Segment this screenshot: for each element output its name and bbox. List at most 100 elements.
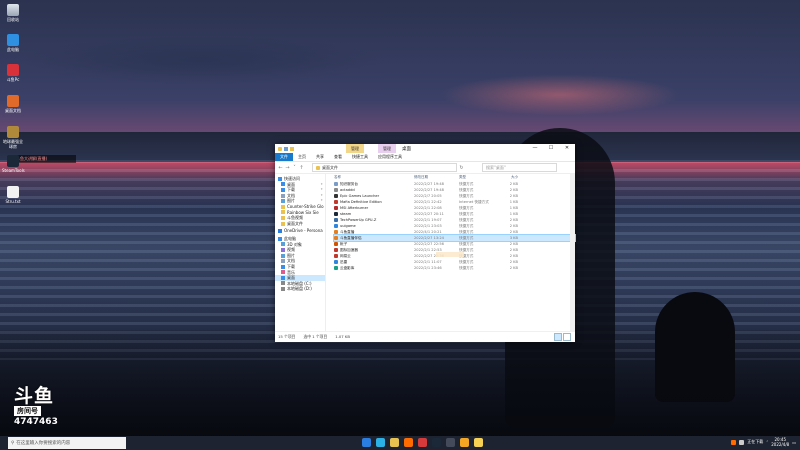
text-file-icon	[7, 186, 19, 198]
hover-tooltip	[436, 252, 464, 257]
folder-icon	[278, 146, 282, 151]
folder-icon	[281, 221, 285, 226]
yellow-app-icon[interactable]	[474, 438, 483, 447]
column-header-type[interactable]: 类型	[459, 174, 493, 181]
shortcut-icon	[334, 224, 338, 228]
folder-icon	[281, 215, 285, 220]
windows-icon[interactable]	[362, 438, 371, 447]
search-icon: ⚲	[11, 440, 15, 446]
desktop-icon-label: 回收站	[7, 17, 19, 22]
tray-status-text: 正在下载	[747, 439, 764, 444]
clock-date: 2022/4/8	[771, 442, 790, 447]
clock[interactable]: 20:45 2022/4/8	[771, 437, 789, 447]
ribbon-tab-home[interactable]: 主页	[293, 153, 311, 161]
wallpaper-grass	[0, 330, 800, 438]
taskbar-search[interactable]: ⚲ 在这里输入你要搜索的内容	[8, 437, 126, 449]
vertical-scrollbar[interactable]	[570, 174, 575, 331]
column-header-name[interactable]: 名称	[334, 174, 414, 181]
taskbar-search-placeholder: 在这里输入你要搜索的内容	[16, 441, 71, 446]
file-type: 快捷方式	[459, 266, 474, 270]
ribbon-tab-shortcut-tools[interactable]: 快捷工具	[347, 153, 373, 161]
desktop-icon-this-pc[interactable]: 此电脑	[2, 34, 24, 52]
ribbon-tab-view[interactable]: 查看	[329, 153, 347, 161]
edge-icon[interactable]	[376, 438, 385, 447]
ribbon-tab-app-tools[interactable]: 应用程序工具	[373, 153, 407, 161]
address-text: 桌面文件	[322, 165, 338, 170]
douyu-icon	[7, 64, 19, 76]
computer-icon	[7, 34, 19, 46]
details-view-icon[interactable]	[554, 333, 562, 341]
red-app-icon[interactable]	[418, 438, 427, 447]
navigation-pane[interactable]: 快速访问 桌面 ✦ 下载 ✦ 文档 ✦ 图片 ✦ Counter-Strike Glo Rainbo…	[275, 174, 326, 331]
column-header-date[interactable]: 修改日期	[414, 174, 459, 181]
properties-icon[interactable]	[284, 146, 288, 151]
context-tab-manage-shortcut[interactable]: 管理	[346, 144, 364, 153]
desktop-icon-label: 桌面文档	[5, 108, 21, 113]
close-icon[interactable]: ✕	[559, 144, 575, 153]
chevron-up-icon[interactable]: ˄	[766, 440, 768, 445]
douyu-watermark: 斗鱼 房间号 4747463	[14, 387, 58, 427]
search-input[interactable]: 搜索"桌面"	[482, 163, 557, 172]
steam-icon	[7, 155, 19, 167]
status-bar: 15 个项目 选中 1 个项目 1.07 KB	[275, 331, 575, 341]
chevron-down-icon[interactable]: ˅	[292, 165, 297, 171]
nav-item[interactable]: 本地磁盘 (D:)	[275, 286, 325, 292]
douyu-tray-icon[interactable]	[731, 439, 737, 445]
document-icon	[281, 193, 285, 198]
forward-icon[interactable]: →	[285, 165, 290, 171]
desktop-icon-steamtools[interactable]: SteamTools	[2, 155, 25, 173]
record-icon[interactable]	[446, 438, 455, 447]
folder-icon	[281, 210, 285, 215]
shortcut-icon	[334, 206, 338, 210]
desktop-icon-douyu[interactable]: 斗鱼Pc	[2, 64, 24, 82]
window-title: 桌面	[402, 146, 411, 152]
large-icons-view-icon[interactable]	[563, 333, 571, 341]
desktop-icon-text-file[interactable]: Stru.txt	[2, 186, 24, 204]
douyu-icon[interactable]	[404, 438, 413, 447]
shortcut-icon	[334, 260, 338, 264]
up-icon[interactable]: ↑	[299, 165, 304, 171]
picture-icon	[281, 199, 285, 204]
file-list[interactable]: 名称 修改日期 类型 大小 知识服务台 2022/2/27 19:48 快捷方式 2 …	[326, 174, 576, 331]
minimize-icon[interactable]: —	[527, 144, 543, 153]
desktop-icon-document[interactable]: 桌面文档	[2, 95, 24, 113]
desktop-icon-label: SteamTools	[2, 168, 25, 173]
network-icon[interactable]	[739, 439, 745, 445]
file-rows: 知识服务台 2022/2/27 19:48 快捷方式 2 KB actaddd 2022/…	[333, 181, 576, 271]
back-icon[interactable]: ←	[278, 165, 283, 171]
desktop-icon-label: 地球最强全球房	[3, 139, 23, 149]
desktop-icon-label: 斗鱼Pc	[6, 77, 20, 82]
view-toggle	[554, 333, 571, 341]
explorer-icon[interactable]	[390, 438, 399, 447]
ribbon-tab-file[interactable]: 文件	[275, 153, 293, 161]
desktop-icon-recycle-bin[interactable]: 回收站	[2, 4, 24, 22]
orange-app-icon[interactable]	[460, 438, 469, 447]
desktop-icon	[281, 275, 285, 280]
selected-size: 1.07 KB	[335, 334, 351, 339]
shortcut-icon	[334, 194, 338, 198]
cloud-icon	[278, 229, 282, 234]
shortcut-icon	[334, 266, 338, 270]
column-header-size[interactable]: 大小	[493, 174, 518, 181]
file-row[interactable]: 云盘影库 2022/2/1 23:46 快捷方式 2 KB	[334, 265, 575, 271]
file-explorer-window[interactable]: 管理 管理 桌面 — ☐ ✕ 文件 主页 共享 查看 快捷工具 应用程序工具 ←…	[275, 144, 576, 342]
new-folder-icon[interactable]	[290, 146, 294, 151]
context-tab-manage-app[interactable]: 管理	[378, 144, 396, 153]
quick-access-toolbar	[275, 146, 294, 151]
steam-icon[interactable]	[432, 438, 441, 447]
desktop-icon-game[interactable]: 地球最强全球房	[2, 126, 24, 149]
taskbar-apps	[362, 438, 483, 447]
address-bar[interactable]: 桌面文件	[312, 163, 457, 172]
maximize-icon[interactable]: ☐	[543, 144, 559, 153]
nav-item-label: 桌面文件	[287, 220, 303, 226]
notification-icon[interactable]: ▭	[792, 440, 796, 445]
douyu-logo: 斗鱼	[14, 385, 55, 407]
title-bar[interactable]: 管理 管理 桌面 — ☐ ✕	[275, 144, 575, 153]
refresh-icon[interactable]: ↻	[459, 165, 464, 171]
document-icon	[281, 259, 285, 264]
ribbon-tab-share[interactable]: 共享	[311, 153, 329, 161]
file-date: 2022/2/1 23:46	[414, 266, 442, 270]
shortcut-icon	[334, 188, 338, 192]
cube-icon	[281, 242, 285, 247]
taskbar: ⚲ 在这里输入你要搜索的内容 正在下载 ˄ 20:45 2022/4/8 ▭	[0, 436, 800, 450]
